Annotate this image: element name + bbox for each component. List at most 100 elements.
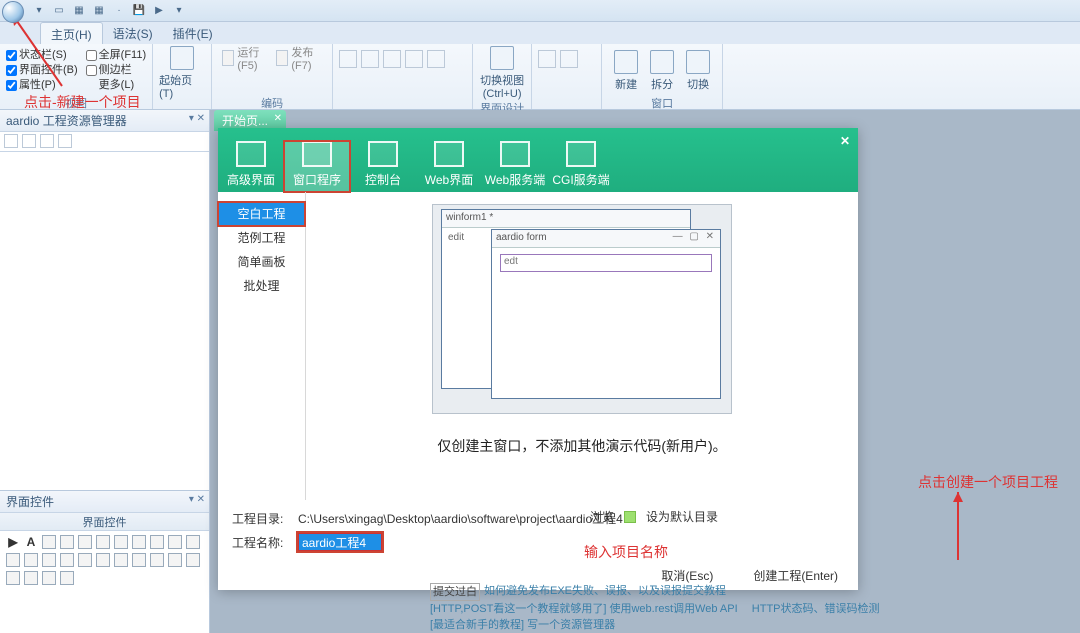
- controls-subheader: 界面控件: [0, 513, 209, 531]
- chk-more[interactable]: 更多(L): [86, 78, 146, 93]
- proj-tool-a[interactable]: [4, 134, 18, 148]
- ctrl-icon[interactable]: [78, 535, 92, 549]
- btn-publish[interactable]: 发布(F7): [272, 46, 326, 70]
- project-name-label: 工程名称:: [232, 534, 292, 551]
- btn-new[interactable]: 新建: [608, 46, 644, 95]
- left-dock: aardio 工程资源管理器 ▾ ✕ 界面控件 ▾ ✕ 界面控件 ▶ A: [0, 110, 210, 633]
- btn-split[interactable]: 拆分: [644, 46, 680, 95]
- chk-sidebar[interactable]: 侧边栏: [86, 63, 146, 78]
- pin-icon[interactable]: ▾ ✕: [189, 113, 205, 124]
- code-icon-d[interactable]: [405, 50, 423, 68]
- tab-syntax[interactable]: 语法(S): [103, 22, 163, 44]
- cat-advanced-ui[interactable]: 高级界面: [218, 141, 284, 192]
- group-view-label: 视图: [6, 95, 146, 109]
- grid-icon: [236, 141, 266, 167]
- ctrl-icon[interactable]: [168, 535, 182, 549]
- btn-switchview[interactable]: 切换视图 (Ctrl+U): [479, 46, 525, 100]
- ctrl-icon[interactable]: [96, 535, 110, 549]
- close-icon[interactable]: ✕: [274, 113, 282, 124]
- pointer-icon[interactable]: ▶: [6, 535, 20, 549]
- code-icon-a[interactable]: [339, 50, 357, 68]
- tpl-sample[interactable]: 范例工程: [218, 226, 305, 250]
- proj-tool-c[interactable]: [40, 134, 54, 148]
- cat-console[interactable]: 控制台: [350, 141, 416, 192]
- code-icon-b[interactable]: [361, 50, 379, 68]
- cat-cgi-server[interactable]: CGI服务端: [548, 141, 614, 192]
- controls-panel-header: 界面控件 ▾ ✕: [0, 491, 209, 513]
- create-button[interactable]: 创建工程(Enter): [753, 567, 838, 584]
- ctrl-icon[interactable]: [60, 571, 74, 585]
- ctrl-icon[interactable]: [42, 553, 56, 567]
- ctrl-icon[interactable]: [60, 535, 74, 549]
- design-icon-b[interactable]: [560, 50, 578, 68]
- project-dir-value: C:\Users\xingag\Desktop\aardio\software\…: [298, 510, 844, 527]
- set-default-dir-label: 设为默认目录: [646, 508, 718, 525]
- ctrl-icon[interactable]: [168, 553, 182, 567]
- pin-icon[interactable]: ▾ ✕: [189, 494, 205, 505]
- controls-panel: 界面控件 ▾ ✕ 界面控件 ▶ A: [0, 490, 209, 633]
- project-name-input[interactable]: [298, 533, 382, 551]
- chk-statusbar[interactable]: 状态栏(S): [6, 48, 78, 63]
- ctrl-icon[interactable]: [42, 535, 56, 549]
- group-startpage: 起始页(T): [153, 44, 212, 109]
- dialog-close-button[interactable]: ✕: [840, 134, 850, 148]
- ctrl-icon[interactable]: [150, 535, 164, 549]
- cat-web-server[interactable]: Web服务端: [482, 141, 548, 192]
- tab-home[interactable]: 主页(H): [40, 22, 103, 44]
- cancel-button[interactable]: 取消(Esc): [661, 567, 713, 584]
- qat-sep: ·: [110, 2, 128, 20]
- chk-fullscreen[interactable]: 全屏(F11): [86, 48, 146, 63]
- switchview-icon: [490, 46, 514, 70]
- template-preview-area: winform1 * edit aardio form— ▢ ✕ edt 仅创建…: [306, 192, 858, 500]
- app-orb[interactable]: [2, 1, 24, 23]
- code-icon-c[interactable]: [383, 50, 401, 68]
- ctrl-icon[interactable]: [132, 535, 146, 549]
- people-icon: [566, 141, 596, 167]
- chk-uictrl[interactable]: 界面控件(B): [6, 63, 78, 78]
- cat-web-ui[interactable]: Web界面: [416, 141, 482, 192]
- proj-tool-b[interactable]: [22, 134, 36, 148]
- label-A-icon[interactable]: A: [24, 535, 38, 549]
- design-icon-a[interactable]: [538, 50, 556, 68]
- tab-plugin[interactable]: 插件(E): [163, 22, 223, 44]
- publish-icon: [276, 50, 288, 66]
- ctrl-icon[interactable]: [96, 553, 110, 567]
- qat-run-icon[interactable]: ▶: [150, 2, 168, 20]
- project-panel: aardio 工程资源管理器 ▾ ✕: [0, 110, 209, 490]
- proj-tool-d[interactable]: [58, 134, 72, 148]
- default-dir-checkbox[interactable]: [624, 511, 636, 523]
- ctrl-icon[interactable]: [42, 571, 56, 585]
- ctrl-icon[interactable]: [132, 553, 146, 567]
- ctrl-icon[interactable]: [186, 535, 200, 549]
- ctrl-icon[interactable]: [24, 553, 38, 567]
- cat-window-app[interactable]: 窗口程序: [284, 141, 350, 192]
- qat-folder-icon[interactable]: ▭: [50, 2, 68, 20]
- qat-disk-icon[interactable]: 💾: [130, 2, 148, 20]
- chk-props[interactable]: 属性(P): [6, 78, 78, 93]
- tpl-blank[interactable]: 空白工程: [218, 202, 305, 226]
- ctrl-icon[interactable]: [186, 553, 200, 567]
- browse-button[interactable]: 浏览: [590, 508, 614, 525]
- ctrl-icon[interactable]: [6, 571, 20, 585]
- ctrl-icon[interactable]: [24, 571, 38, 585]
- home-icon: [500, 141, 530, 167]
- ctrl-icon[interactable]: [150, 553, 164, 567]
- ctrl-icon[interactable]: [78, 553, 92, 567]
- ctrl-icon[interactable]: [6, 553, 20, 567]
- ctrl-icon[interactable]: [60, 553, 74, 567]
- tpl-batch[interactable]: 批处理: [218, 274, 305, 298]
- chart-icon: [434, 141, 464, 167]
- qat-open-icon[interactable]: ▾: [30, 2, 48, 20]
- qat-saveall-icon[interactable]: ▦: [90, 2, 108, 20]
- tpl-canvas[interactable]: 简单画板: [218, 250, 305, 274]
- ctrl-icon[interactable]: [114, 535, 128, 549]
- ctrl-icon[interactable]: [114, 553, 128, 567]
- btn-switch[interactable]: 切换: [680, 46, 716, 95]
- code-icon-e[interactable]: [427, 50, 445, 68]
- group-design-icons: [532, 44, 602, 109]
- quick-access-toolbar: ▾ ▭ ▦ ▦ · 💾 ▶ ▾: [0, 0, 1080, 22]
- btn-run[interactable]: 运行(F5): [218, 46, 272, 70]
- qat-save-icon[interactable]: ▦: [70, 2, 88, 20]
- btn-startpage[interactable]: 起始页(T): [159, 46, 205, 100]
- qat-drop-icon[interactable]: ▾: [170, 2, 188, 20]
